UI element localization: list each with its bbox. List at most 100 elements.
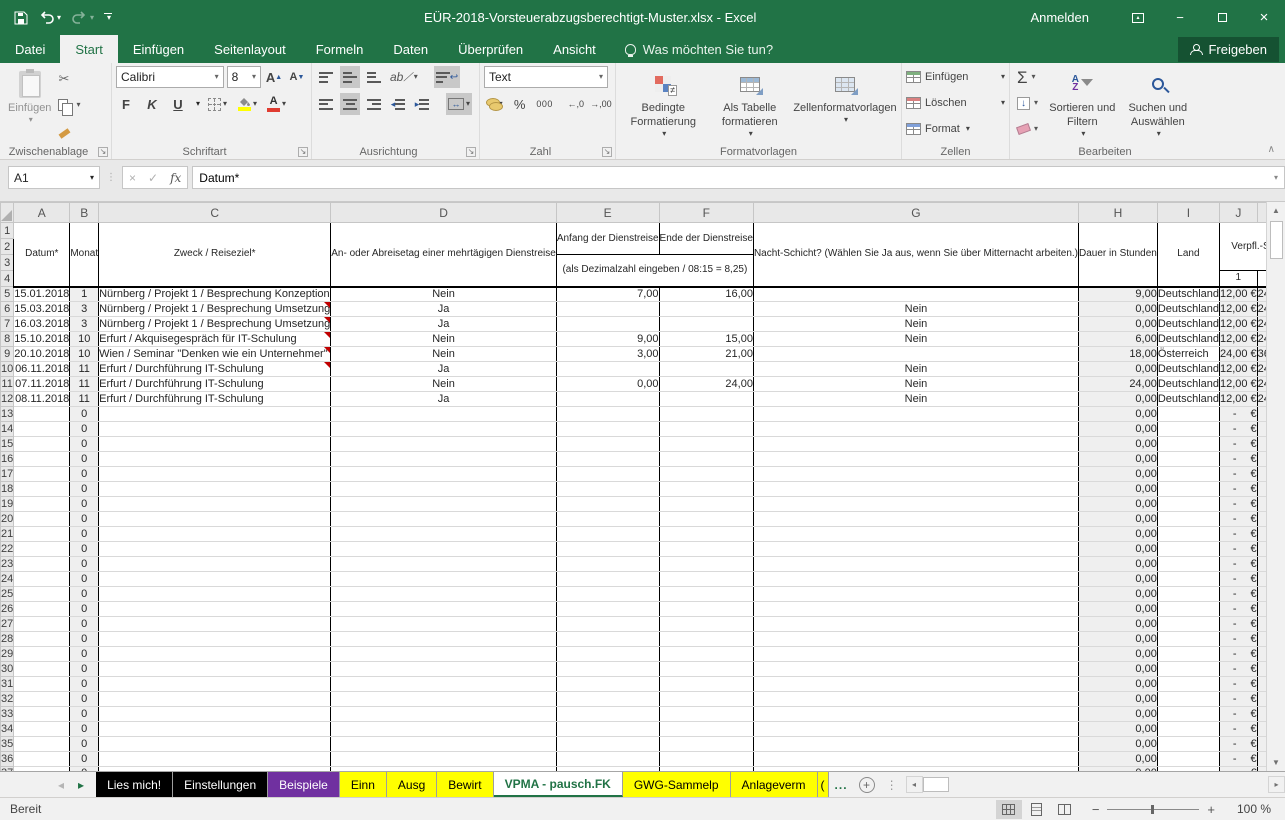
cell-C[interactable] (99, 737, 331, 752)
cell-A[interactable] (14, 617, 70, 632)
cell-B[interactable]: 0 (70, 467, 99, 482)
column-header-I[interactable]: I (1157, 203, 1219, 223)
alignment-dialog-launcher-icon[interactable]: ↘ (466, 147, 476, 157)
cell-J[interactable]: -€ (1220, 617, 1258, 632)
cell-F[interactable] (659, 557, 753, 572)
cell-H[interactable]: 0,00 (1079, 542, 1158, 557)
cell-H[interactable]: 6,00 (1079, 332, 1158, 347)
cell-H[interactable]: 0,00 (1079, 677, 1158, 692)
row-header-26[interactable]: 26 (1, 602, 14, 617)
italic-button[interactable]: K (142, 93, 162, 115)
row-header-5[interactable]: 5 (1, 287, 14, 302)
cell-E[interactable] (556, 752, 659, 767)
cell-C[interactable] (99, 572, 331, 587)
cell-D[interactable] (331, 692, 557, 707)
cell-H[interactable]: 0,00 (1079, 362, 1158, 377)
redo-icon[interactable]: ▾ (71, 11, 94, 24)
cell-I[interactable] (1157, 752, 1219, 767)
cell-K[interactable]: 36,00€ (1257, 347, 1266, 362)
enter-icon[interactable]: ✓ (148, 171, 158, 185)
cell-D[interactable]: Nein (331, 332, 557, 347)
cell-G[interactable]: Nein (753, 302, 1078, 317)
cell-A[interactable] (14, 467, 70, 482)
align-center-icon[interactable] (340, 93, 360, 115)
cell-H[interactable]: 24,00 (1079, 377, 1158, 392)
ribbon-tab-überprüfen[interactable]: Überprüfen (443, 35, 538, 63)
row-header-13[interactable]: 13 (1, 407, 14, 422)
sheet-tab-einn[interactable]: Einn (340, 772, 387, 797)
bold-button[interactable]: F (116, 93, 136, 115)
cell-F[interactable] (659, 677, 753, 692)
cell-K[interactable]: -€ (1257, 632, 1266, 647)
page-layout-view-icon[interactable] (1024, 800, 1050, 819)
cell-E[interactable] (556, 602, 659, 617)
cell-A[interactable] (14, 602, 70, 617)
cell-C[interactable] (99, 587, 331, 602)
cell-G[interactable]: Nein (753, 377, 1078, 392)
cell-I[interactable] (1157, 512, 1219, 527)
cell-B[interactable]: 0 (70, 587, 99, 602)
cell-H[interactable]: 0,00 (1079, 302, 1158, 317)
row-header-31[interactable]: 31 (1, 677, 14, 692)
cell-J[interactable]: -€ (1220, 437, 1258, 452)
table-header-anfang[interactable]: Anfang der Dienstreise (556, 223, 659, 255)
column-header-B[interactable]: B (70, 203, 99, 223)
cell-H[interactable]: 0,00 (1079, 392, 1158, 407)
formula-bar-expand-icon[interactable]: ▾ (1274, 174, 1278, 182)
cell-D[interactable] (331, 752, 557, 767)
column-header-A[interactable]: A (14, 203, 70, 223)
find-select-button[interactable]: Suchen und Auswählen▾ (1120, 66, 1196, 142)
cell-G[interactable] (753, 467, 1078, 482)
cell-K[interactable]: 24,00€ (1257, 362, 1266, 377)
cell-K[interactable]: -€ (1257, 407, 1266, 422)
cell-F[interactable] (659, 602, 753, 617)
cell-A[interactable] (14, 557, 70, 572)
cell-G[interactable] (753, 287, 1078, 302)
cancel-icon[interactable]: × (129, 171, 136, 185)
cell-J[interactable]: -€ (1220, 722, 1258, 737)
cell-A[interactable]: 08.11.2018 (14, 392, 70, 407)
cell-F[interactable]: 24,00 (659, 377, 753, 392)
cell-A[interactable] (14, 497, 70, 512)
align-left-icon[interactable] (316, 93, 336, 115)
cell-B[interactable]: 11 (70, 362, 99, 377)
cell-I[interactable] (1157, 497, 1219, 512)
ribbon-tab-formeln[interactable]: Formeln (301, 35, 379, 63)
cell-C[interactable] (99, 692, 331, 707)
format-as-table-button[interactable]: Als Tabelle formatieren▾ (707, 66, 794, 142)
increase-decimal-icon[interactable]: ←,0 (566, 93, 586, 115)
row-header-2[interactable]: 2 (1, 239, 14, 255)
cell-A[interactable]: 06.11.2018 (14, 362, 70, 377)
customize-qat-icon[interactable]: ▾ (104, 13, 112, 22)
cell-F[interactable] (659, 407, 753, 422)
cell-H[interactable]: 0,00 (1079, 422, 1158, 437)
name-box[interactable]: A1▾ (8, 166, 100, 189)
number-dialog-launcher-icon[interactable]: ↘ (602, 147, 612, 157)
cell-F[interactable] (659, 572, 753, 587)
cell-J[interactable]: -€ (1220, 662, 1258, 677)
cell-B[interactable]: 0 (70, 527, 99, 542)
number-format-combo[interactable]: Text▾ (484, 66, 608, 88)
underline-button[interactable]: U (168, 93, 188, 115)
cell-H[interactable]: 0,00 (1079, 692, 1158, 707)
table-header-nachtschicht[interactable]: Nacht-Schicht? (Wählen Sie Ja aus, wenn … (753, 223, 1078, 287)
fill-button[interactable]: ↓▾ (1014, 92, 1041, 114)
cell-B[interactable]: 0 (70, 707, 99, 722)
cell-K[interactable]: 24,00€ (1257, 332, 1266, 347)
horizontal-scrollbar-thumb[interactable] (923, 777, 949, 792)
cell-G[interactable] (753, 452, 1078, 467)
cell-H[interactable]: 0,00 (1079, 662, 1158, 677)
cell-D[interactable] (331, 467, 557, 482)
cell-J[interactable]: -€ (1220, 557, 1258, 572)
cell-A[interactable] (14, 587, 70, 602)
column-header-E[interactable]: E (556, 203, 659, 223)
column-header-C[interactable]: C (99, 203, 331, 223)
cell-A[interactable] (14, 752, 70, 767)
conditional-formatting-button[interactable]: ≠ Bedingte Formatierung▾ (620, 66, 707, 142)
cell-D[interactable]: Ja (331, 302, 557, 317)
cell-A[interactable] (14, 647, 70, 662)
cell-J[interactable]: 24,00€ (1220, 347, 1258, 362)
sheet-tab-gwg-sammelp[interactable]: GWG-Sammelp (623, 772, 731, 797)
sheet-tab--[interactable]: ( (818, 772, 829, 797)
insert-function-icon[interactable]: fx (170, 171, 181, 185)
